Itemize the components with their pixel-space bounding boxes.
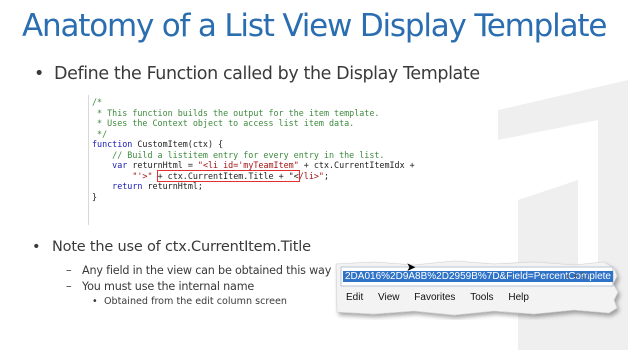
menu-edit[interactable]: Edit <box>346 292 363 303</box>
code-token: "'>" <box>132 170 153 181</box>
dash-marker: – <box>66 280 72 293</box>
mouse-cursor-icon: ➤ <box>406 260 417 274</box>
code-line: function CustomItem(ctx) { <box>92 139 476 150</box>
bullet-marker: • <box>92 296 98 307</box>
browser-menu-bar: Edit View Favorites Tools Help <box>346 292 541 303</box>
menu-help[interactable]: Help <box>508 292 529 303</box>
code-token: return <box>112 181 143 191</box>
code-token: + ctx.CurrentItemIdx + <box>298 160 415 170</box>
search-refresh-icons[interactable]: ⌕ ▾ ↻ <box>565 268 589 285</box>
code-snippet: /* * This function builds the output for… <box>88 95 476 225</box>
sub-bullet-any-field: – Any field in the view can be obtained t… <box>66 264 331 277</box>
code-token: */ <box>92 128 108 139</box>
code-line: var returnHtml = "<li id='myTeamItem" + … <box>92 160 476 171</box>
bullet-marker: • <box>32 239 41 255</box>
code-token: /li>" <box>298 170 324 181</box>
code-token: /* <box>92 97 103 107</box>
bullet-note-ctx: • Note the use of ctx.CurrentItem.Title <box>32 239 311 255</box>
dash-marker: – <box>66 264 72 277</box>
code-token: returnHtml; <box>142 181 203 191</box>
sub-sub-bullet-edit-column: • Obtained from the edit column screen <box>92 296 287 307</box>
address-bar[interactable]: 2DA016%2D9A8B%2D2959B%7D&Field=PercentCo… <box>343 268 613 285</box>
code-line: * This function builds the output for th… <box>92 108 476 119</box>
bullet-text: Define the Function called by the Displa… <box>54 64 480 84</box>
code-token: } <box>92 191 98 202</box>
code-line: /* <box>92 97 476 108</box>
code-token: // Build a listitem entry for every entr… <box>92 149 385 160</box>
code-token: returnHtml = <box>127 160 198 170</box>
code-token: function <box>92 139 133 149</box>
bullet-marker: • <box>34 64 44 84</box>
menu-favorites[interactable]: Favorites <box>414 292 455 303</box>
code-line: return returnHtml; <box>92 181 476 192</box>
code-line: } <box>92 192 476 203</box>
code-line: "'>" + ctx.CurrentItem.Title + "</li>"; <box>92 169 476 182</box>
code-token: * Uses the Context object to access list… <box>92 118 355 128</box>
code-token: var <box>112 160 128 170</box>
browser-screenshot-clip: 2DA016%2D9A8B%2D2959B%7D&Field=PercentCo… <box>334 260 624 320</box>
bullet-text: Note the use of ctx.CurrentItem.Title <box>52 239 311 255</box>
code-token: ; <box>323 170 330 181</box>
sub-bullet-internal-name: – You must use the internal name <box>66 280 254 293</box>
sub-sub-bullet-text: Obtained from the edit column screen <box>104 296 287 307</box>
highlighted-code-expression: + ctx.CurrentItem.Title + "< <box>156 169 300 182</box>
bullet-define-function: • Define the Function called by the Displ… <box>34 64 480 84</box>
sub-bullet-text: Any field in the view can be obtained th… <box>82 264 332 277</box>
code-line: * Uses the Context object to access list… <box>92 118 476 129</box>
code-token: "<li id='myTeamItem" <box>197 160 299 170</box>
menu-tools[interactable]: Tools <box>470 292 493 303</box>
sub-bullet-text: You must use the internal name <box>82 280 255 293</box>
code-token: CustomItem(ctx) { <box>132 139 224 149</box>
slide-title: Anatomy of a List View Display Template <box>22 8 607 44</box>
code-token: * This function builds the output for th… <box>92 107 380 118</box>
menu-view[interactable]: View <box>378 292 400 303</box>
code-line: */ <box>92 129 476 140</box>
code-line: // Build a listitem entry for every entr… <box>92 150 476 161</box>
